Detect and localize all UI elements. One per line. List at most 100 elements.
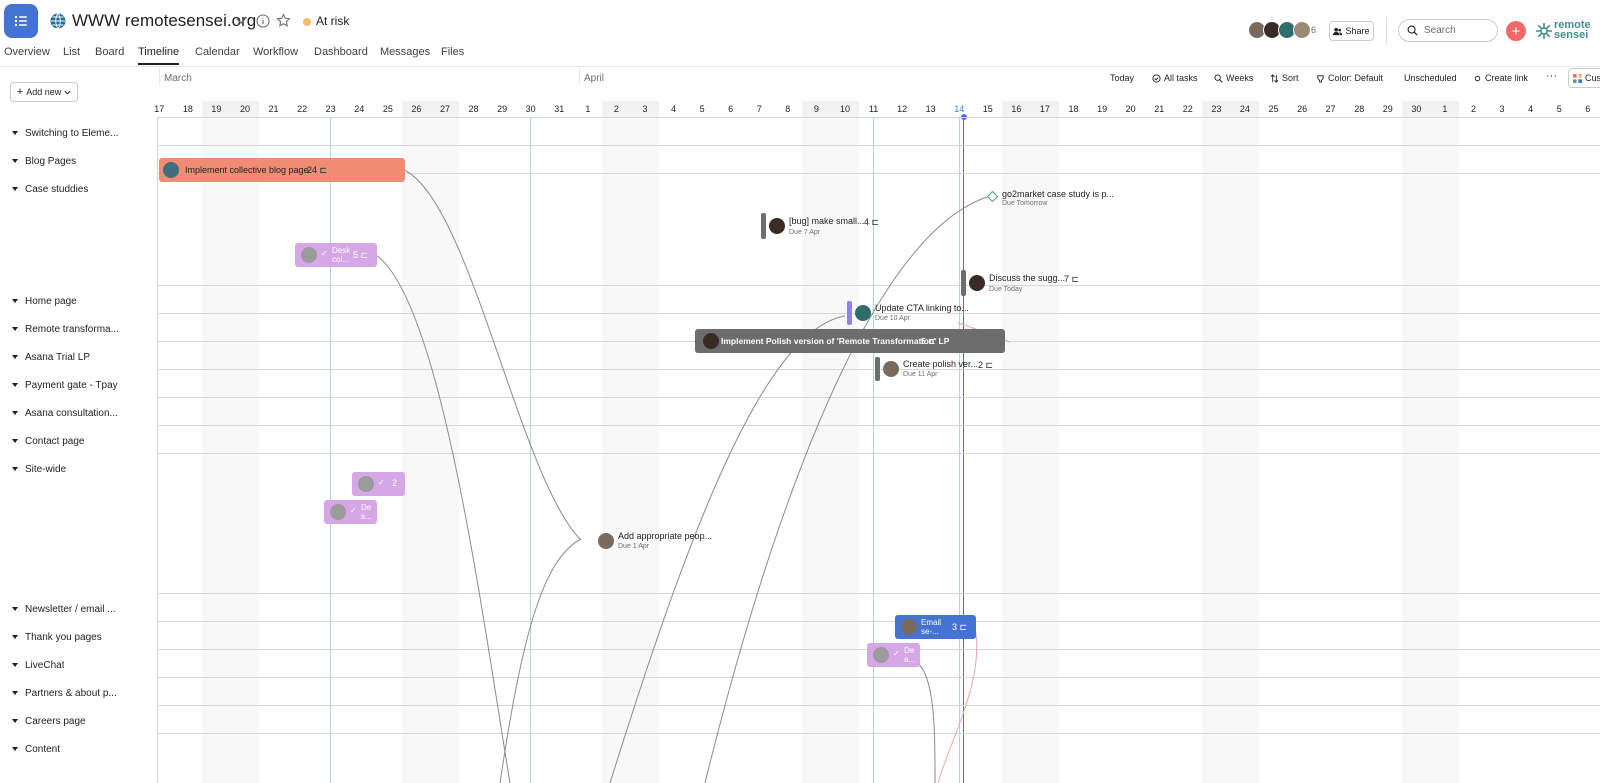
- tab-dashboard[interactable]: Dashboard: [314, 46, 368, 63]
- task-title: [bug] make small...: [789, 216, 865, 226]
- section-name: Blog Pages: [25, 155, 77, 167]
- tab-messages[interactable]: Messages: [380, 46, 430, 63]
- caret-down-icon[interactable]: [11, 437, 19, 445]
- unscheduled-button[interactable]: Unscheduled: [1404, 73, 1457, 83]
- share-button[interactable]: Share: [1329, 21, 1374, 41]
- task-bar-desk[interactable]: ✓ Desk col... 5 ⊏: [295, 243, 377, 267]
- today-button[interactable]: Today: [1110, 73, 1134, 83]
- day-number: 26: [402, 101, 431, 117]
- section-header[interactable]: Case studdies: [0, 175, 158, 203]
- section-header[interactable]: Careers page: [0, 707, 158, 735]
- all-tasks-filter[interactable]: All tasks: [1152, 73, 1198, 83]
- day-number: 16: [1002, 101, 1031, 117]
- section-name: LiveChat: [25, 659, 65, 671]
- task-bar-email-sequence[interactable]: Email se-... 3 ⊏: [895, 615, 976, 639]
- create-link-button[interactable]: Create link: [1473, 73, 1528, 83]
- quick-add-button[interactable]: +: [1506, 21, 1526, 41]
- color-button[interactable]: Color: Default: [1316, 73, 1383, 83]
- project-title[interactable]: WWW remotesensei.org: [72, 11, 256, 31]
- task-bar-thank-you[interactable]: ✓ De a...: [867, 643, 920, 667]
- section-header[interactable]: Payment gate - Tpay: [0, 371, 158, 399]
- tab-calendar[interactable]: Calendar: [195, 46, 240, 63]
- section-header[interactable]: Remote transforma...: [0, 315, 158, 343]
- sort-icon: [1270, 73, 1279, 83]
- section-header[interactable]: Asana Trial LP: [0, 343, 158, 371]
- day-number: 22: [1182, 104, 1193, 114]
- section-header[interactable]: Thank you pages: [0, 623, 158, 651]
- customize-button[interactable]: Cus: [1568, 68, 1600, 88]
- chevron-down-icon[interactable]: [235, 15, 247, 27]
- project-list-icon[interactable]: [4, 4, 38, 38]
- subtask-icon: ⊏: [985, 360, 994, 370]
- member-count[interactable]: 6: [1311, 25, 1316, 35]
- add-new-button[interactable]: + Add new: [10, 82, 78, 102]
- caret-down-icon[interactable]: [11, 325, 19, 333]
- section-header[interactable]: Blog Pages: [0, 147, 158, 175]
- task-update-cta[interactable]: Update CTA linking to... Due 10 Apr: [847, 301, 977, 327]
- day-number: 4: [1528, 104, 1534, 114]
- day-number: 13: [925, 104, 936, 114]
- task-bar-implement-collective-blog[interactable]: Implement collective blog page 24 ⊏: [159, 158, 405, 182]
- section-header[interactable]: Home page: [0, 287, 158, 315]
- section-row: [0, 649, 1600, 677]
- sort-button[interactable]: Sort: [1270, 73, 1299, 83]
- caret-down-icon[interactable]: [11, 605, 19, 613]
- drag-handle[interactable]: [761, 213, 766, 239]
- task-bar-implement-polish-lp[interactable]: Implement Polish version of 'Remote Tran…: [695, 329, 1005, 353]
- section-name: Case studdies: [25, 183, 89, 195]
- section-header[interactable]: Contact page: [0, 427, 158, 455]
- drag-handle[interactable]: [847, 301, 852, 325]
- task-discuss-suggestions[interactable]: Discuss the sugg... 7 ⊏ Due Today: [961, 270, 1091, 298]
- tab-workflow[interactable]: Workflow: [253, 46, 298, 63]
- caret-down-icon[interactable]: [11, 633, 19, 641]
- star-icon[interactable]: [276, 13, 291, 28]
- info-icon[interactable]: [256, 14, 270, 28]
- caret-down-icon[interactable]: [11, 465, 19, 473]
- caret-down-icon[interactable]: [11, 409, 19, 417]
- zoom-weeks-button[interactable]: Weeks: [1214, 73, 1253, 83]
- project-status[interactable]: At risk: [316, 14, 349, 28]
- subtask-icon: ⊏: [319, 165, 328, 175]
- section-header[interactable]: Site-wide: [0, 455, 158, 483]
- section-header[interactable]: Switching to Eleme...: [0, 119, 158, 147]
- search-box[interactable]: [1398, 19, 1498, 42]
- caret-down-icon[interactable]: [11, 297, 19, 305]
- drag-handle[interactable]: [961, 270, 966, 296]
- task-due-date: Due 7 Apr: [789, 229, 821, 236]
- more-options-button[interactable]: ···: [1546, 70, 1557, 82]
- section-header[interactable]: Newsletter / email ...: [0, 595, 158, 623]
- caret-down-icon[interactable]: [11, 185, 19, 193]
- caret-down-icon[interactable]: [11, 381, 19, 389]
- section-header[interactable]: Content: [0, 735, 158, 763]
- tab-overview[interactable]: Overview: [4, 46, 50, 63]
- caret-down-icon[interactable]: [11, 689, 19, 697]
- section-header[interactable]: LiveChat: [0, 651, 158, 679]
- day-number: 20: [1125, 104, 1136, 114]
- tab-list[interactable]: List: [63, 46, 80, 63]
- caret-down-icon[interactable]: [11, 129, 19, 137]
- task-bug-make-small[interactable]: [bug] make small... 4 ⊏ Due 7 Apr: [761, 213, 901, 241]
- caret-down-icon[interactable]: [11, 717, 19, 725]
- section-header[interactable]: Asana consultation...: [0, 399, 158, 427]
- caret-down-icon[interactable]: [11, 661, 19, 669]
- caret-down-icon[interactable]: [11, 353, 19, 361]
- section-header[interactable]: Partners & about p...: [0, 679, 158, 707]
- status-dot: [303, 18, 311, 26]
- task-create-polish-version[interactable]: Create polish ver... 2 ⊏ Due 11 Apr: [875, 357, 1005, 383]
- tab-timeline[interactable]: Timeline: [138, 46, 180, 65]
- task-bar-site-wide-2[interactable]: ✓ De s...: [324, 500, 377, 524]
- task-add-appropriate-people[interactable]: Add appropriate peop... Due 1 Apr: [596, 530, 726, 556]
- search-input[interactable]: [1424, 25, 1494, 36]
- milestone-go2market[interactable]: go2market case study is p... Due Tomorro…: [987, 189, 1117, 213]
- subtask-count-value: 7: [1064, 274, 1070, 284]
- tab-board[interactable]: Board: [95, 46, 124, 63]
- day-number: 24: [354, 104, 365, 114]
- drag-handle[interactable]: [875, 357, 880, 381]
- month-separator: [579, 68, 580, 85]
- subtask-count: 24 ⊏: [307, 165, 327, 176]
- day-number: 30: [1402, 101, 1431, 117]
- task-bar-site-wide-1[interactable]: ✓ 2: [352, 472, 405, 496]
- tab-files[interactable]: Files: [441, 46, 464, 63]
- caret-down-icon[interactable]: [11, 157, 19, 165]
- caret-down-icon[interactable]: [11, 745, 19, 753]
